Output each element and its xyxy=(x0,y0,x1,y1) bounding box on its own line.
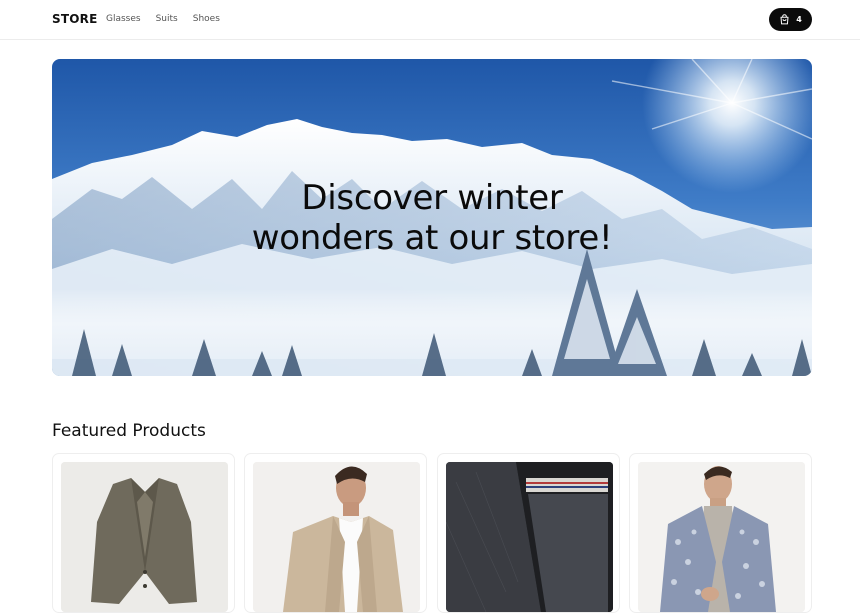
nav-link-suits[interactable]: Suits xyxy=(156,14,178,24)
cart-count-badge: 4 xyxy=(796,15,802,24)
product-card[interactable] xyxy=(244,453,427,613)
olive-blazer-image xyxy=(61,462,228,612)
hero-banner: Discover winter wonders at our store! xyxy=(52,59,812,376)
product-image xyxy=(61,462,228,612)
product-card[interactable] xyxy=(52,453,235,613)
product-image xyxy=(253,462,420,612)
featured-products-heading: Featured Products xyxy=(52,421,206,441)
brand-logo[interactable]: STORE xyxy=(52,12,97,26)
product-image xyxy=(446,462,613,612)
hero-headline-line2: wonders at our store! xyxy=(251,218,613,258)
product-card[interactable] xyxy=(437,453,620,613)
patterned-blazer-model-image xyxy=(638,462,805,612)
beige-suit-model-image xyxy=(253,462,420,612)
top-navigation: STORE Glasses Suits Shoes 4 xyxy=(0,0,860,40)
cart-button[interactable]: 4 xyxy=(769,8,812,31)
dark-jacket-closeup-image xyxy=(446,462,613,612)
shopping-bag-icon xyxy=(780,14,789,25)
nav-link-glasses[interactable]: Glasses xyxy=(106,14,141,24)
product-image xyxy=(638,462,805,612)
nav-link-shoes[interactable]: Shoes xyxy=(193,14,220,24)
nav-links: Glasses Suits Shoes xyxy=(106,14,220,24)
hero-headline: Discover winter wonders at our store! xyxy=(52,178,812,258)
product-card[interactable] xyxy=(629,453,812,613)
hero-headline-line1: Discover winter xyxy=(301,178,563,218)
